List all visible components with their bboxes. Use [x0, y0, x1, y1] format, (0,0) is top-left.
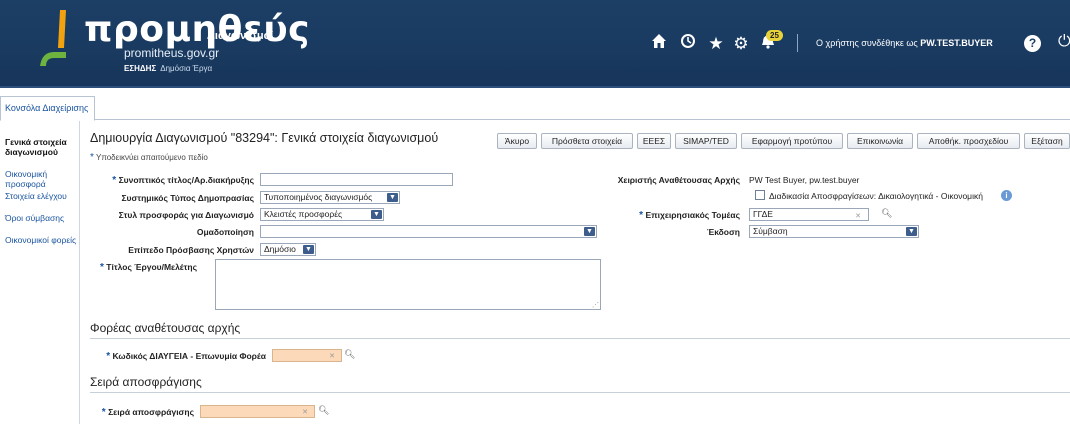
review-button[interactable]: Εξέταση: [1024, 133, 1070, 149]
tab-admin-console[interactable]: Κονσόλα Διαχείρισης: [0, 96, 96, 121]
unsealing-order-label-text: Σειρά αποσφράγισης: [108, 407, 194, 417]
apply-template-button[interactable]: Εφαρμογή προτύπου: [741, 133, 843, 149]
authority-code-input[interactable]: ✕: [272, 349, 342, 362]
offer-style-value: Κλειστές προσφορές: [264, 209, 343, 219]
project-title-label-text: Τίτλος Έργου/Μελέτης: [106, 262, 198, 272]
offer-style-select[interactable]: Κλειστές προσφορές ▼: [260, 208, 384, 221]
clock-icon[interactable]: [677, 33, 699, 55]
notification-badge: 25: [766, 30, 783, 41]
unsealing-order-input[interactable]: ✕: [200, 405, 315, 418]
user-prefix: Ο χρήστης συνδέθηκε ως: [816, 38, 918, 48]
project-title-textarea[interactable]: ⋰: [215, 259, 601, 310]
required-star-icon: *: [90, 152, 94, 163]
section-title-unsealing: Σειρά αποσφράγισης: [90, 375, 202, 389]
logo-title: προμηθεύς: [84, 9, 311, 50]
clock-icon-glyph: [681, 34, 695, 48]
access-level-label: Επίπεδο Πρόσβασης Χρηστών: [128, 245, 254, 255]
star-icon[interactable]: ★: [705, 33, 727, 55]
edition-select[interactable]: Σύμβαση ▼: [749, 225, 919, 238]
search-icon[interactable]: 🔍︎: [318, 405, 329, 416]
search-icon[interactable]: 🔍︎: [344, 349, 355, 360]
chevron-down-icon: ▼: [584, 227, 595, 236]
sidebar-item-economic-operators[interactable]: Οικονομικοί φορείς: [5, 235, 77, 245]
unsealing-checkbox-label: Διαδικασία Αποσφραγίσεων: Δικαιολογητικά…: [769, 191, 983, 201]
access-level-value: Δημόσιο: [264, 244, 296, 254]
offer-style-label: Στυλ προσφοράς για Διαγωνισμό: [118, 210, 254, 220]
chevron-down-icon: ▼: [371, 210, 382, 219]
clear-icon[interactable]: ✕: [855, 211, 861, 222]
edition-label: Έκδοση: [706, 227, 740, 237]
access-level-select[interactable]: Δημόσιο ▼: [260, 243, 316, 256]
espd-button[interactable]: ΕΕΕΣ: [637, 133, 671, 149]
required-field-note: * Υποδεικνύει απαιτούμενο πεδίο: [90, 152, 208, 163]
unsealing-order-label: * Σειρά αποσφράγισης: [94, 407, 194, 418]
tab-bar: Κονσόλα Διαχείρισης: [0, 90, 1070, 121]
sidebar-item-control-data[interactable]: Στοιχεία ελέγχου: [5, 191, 77, 201]
sector-input[interactable]: ΓΓΔΕ ✕: [749, 208, 869, 221]
chevron-down-icon: ▼: [387, 193, 398, 202]
section-title-authority: Φορέας αναθέτουσας αρχής: [90, 321, 241, 335]
grouping-select[interactable]: ▼: [260, 225, 597, 238]
save-draft-button[interactable]: Αποθήκ. προσχεδίου: [917, 133, 1020, 149]
system-type-value: Τυποποιημένος διαγωνισμός: [264, 192, 373, 202]
additional-data-button[interactable]: Πρόσθετα στοιχεία: [541, 133, 633, 149]
short-title-label-text: Συνοπτικός τίτλος/Αρ.διακήρυξης: [118, 175, 254, 185]
info-icon[interactable]: i: [1001, 190, 1012, 201]
required-note-text: Υποδεικνύει απαιτούμενο πεδίο: [95, 153, 208, 162]
clear-icon[interactable]: ✕: [329, 352, 335, 360]
communication-button[interactable]: Επικοινωνία: [847, 133, 913, 149]
authority-code-label: * Κωδικός ΔΙΑΥΓΕΙΑ - Επωνυμία Φορέα: [94, 351, 266, 362]
clear-icon[interactable]: ✕: [302, 408, 308, 416]
handler-label: Χειριστής Αναθέτουσας Αρχής: [617, 175, 740, 185]
required-star-icon: *: [639, 210, 644, 221]
section-divider: [90, 392, 1070, 393]
logo-org-sub: Δημόσια Έργα: [160, 64, 213, 73]
authority-code-label-text: Κωδικός ΔΙΑΥΓΕΙΑ - Επωνυμία Φορέα: [112, 351, 266, 361]
required-star-icon: *: [100, 262, 104, 273]
page-title: Δημιουργία Διαγωνισμού "83294": Γενικά σ…: [90, 131, 439, 145]
sidebar-item-contract-terms[interactable]: Όροι σύμβασης: [5, 213, 77, 223]
sidebar-item-general[interactable]: Γενικά στοιχεία διαγωνισμού: [5, 137, 77, 157]
home-icon-glyph: [652, 34, 666, 48]
sector-label-text: Επιχειρησιακός Τομέας: [645, 210, 740, 220]
power-icon[interactable]: ⏻: [1058, 33, 1070, 51]
cancel-button[interactable]: Άκυρο: [497, 133, 537, 149]
required-star-icon: *: [106, 351, 111, 362]
required-star-icon: *: [112, 175, 117, 186]
handler-value: PW Test Buyer, pw.test.buyer: [749, 175, 860, 185]
short-title-input[interactable]: [260, 173, 453, 186]
section-divider: [90, 338, 1070, 339]
sidebar: Γενικά στοιχεία διαγωνισμού Οικονομική π…: [0, 121, 80, 424]
chevron-down-icon: ▼: [303, 245, 314, 254]
sector-value: ΓΓΔΕ: [753, 209, 773, 219]
home-icon[interactable]: [648, 33, 670, 55]
gear-icon[interactable]: ⚙: [730, 33, 752, 55]
short-title-label: * Συνοπτικός τίτλος/Αρ.διακήρυξης: [100, 175, 254, 186]
system-type-label: Συστημικός Τύπος Δημοπρασίας: [121, 193, 254, 203]
required-star-icon: *: [101, 407, 106, 418]
header-separator: [797, 34, 798, 52]
search-icon[interactable]: 🔍︎: [881, 208, 892, 219]
chevron-down-icon: ▼: [906, 227, 917, 236]
grouping-label: Ομαδοποίηση: [196, 227, 254, 237]
logo-org: ΕΣΗΔΗΣ Δημόσια Έργα: [124, 64, 212, 73]
logo-subtitle: Διαγωνισμοί: [207, 30, 274, 42]
edition-value: Σύμβαση: [753, 226, 788, 236]
app-header: προμηθεύς Διαγωνισμοί promitheus.gov.gr …: [0, 0, 1070, 88]
unsealing-checkbox[interactable]: [755, 190, 765, 200]
simap-ted-button[interactable]: SIMAP/TED: [675, 133, 737, 149]
logo-mark-icon: [40, 10, 66, 66]
logo-org-name: ΕΣΗΔΗΣ: [124, 64, 157, 73]
user-name: PW.TEST.BUYER: [920, 38, 993, 48]
sector-label: * Επιχειρησιακός Τομέας: [600, 210, 740, 221]
resize-handle-icon[interactable]: ⋰: [592, 301, 599, 309]
project-title-label: * Τίτλος Έργου/Μελέτης: [100, 262, 205, 273]
logged-in-user: Ο χρήστης συνδέθηκε ως PW.TEST.BUYER: [816, 38, 993, 48]
logo-url: promitheus.gov.gr: [124, 46, 220, 60]
help-icon[interactable]: ?: [1024, 35, 1041, 52]
system-type-select[interactable]: Τυποποιημένος διαγωνισμός ▼: [260, 191, 400, 204]
sidebar-item-financial-offer[interactable]: Οικονομική προσφορά: [5, 169, 77, 189]
